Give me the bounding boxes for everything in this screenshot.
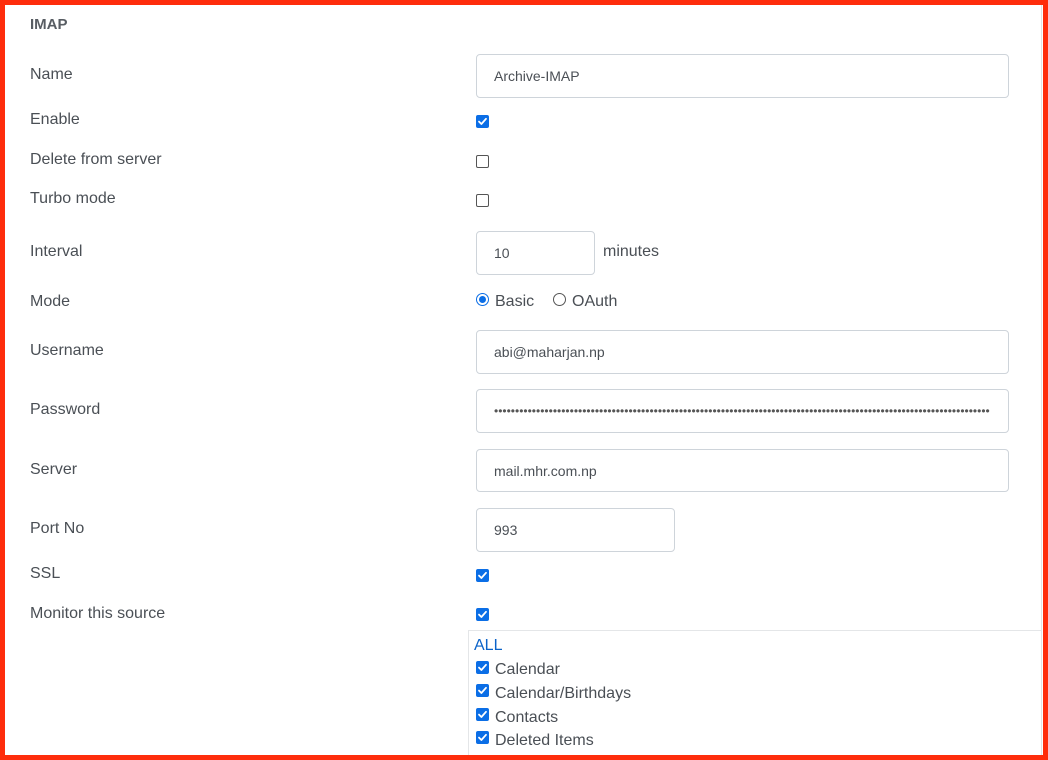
- folder-checkbox-calendar-birthdays[interactable]: [476, 684, 489, 697]
- folder-checkbox-calendar[interactable]: [476, 661, 489, 674]
- delete-from-server-label: Delete from server: [30, 151, 162, 168]
- mode-label: Mode: [30, 293, 71, 310]
- mode-basic-label: Basic: [495, 293, 535, 310]
- check-icon: [478, 117, 487, 125]
- interval-input[interactable]: 10: [476, 231, 595, 275]
- name-input[interactable]: Archive-IMAP: [476, 54, 1009, 98]
- check-icon: [478, 610, 487, 618]
- turbo-mode-checkbox[interactable]: [476, 194, 489, 207]
- check-icon: [478, 571, 487, 579]
- folder-checkbox-deleted-items[interactable]: [476, 731, 489, 744]
- server-input[interactable]: mail.mhr.com.np: [476, 449, 1009, 492]
- interval-unit: minutes: [603, 243, 660, 260]
- password-input-value: ••••••••••••••••••••••••••••••••••••••••…: [494, 404, 990, 418]
- check-icon: [478, 710, 487, 718]
- server-input-value: mail.mhr.com.np: [494, 462, 597, 479]
- folder-label: Deleted Items: [495, 732, 594, 749]
- check-icon: [478, 663, 487, 671]
- delete-from-server-checkbox[interactable]: [476, 155, 489, 168]
- folder-label: Calendar/Birthdays: [495, 685, 632, 702]
- section-title: IMAP: [30, 16, 68, 33]
- monitor-checkbox[interactable]: [476, 608, 489, 621]
- ssl-checkbox[interactable]: [476, 569, 489, 582]
- enable-label: Enable: [30, 111, 80, 128]
- port-label: Port No: [30, 520, 85, 537]
- monitor-label: Monitor this source: [30, 605, 166, 622]
- folder-label: Calendar: [495, 661, 560, 678]
- mode-basic-radio[interactable]: [476, 293, 489, 306]
- interval-label: Interval: [30, 243, 83, 260]
- name-input-value: Archive-IMAP: [494, 68, 580, 84]
- username-label: Username: [30, 342, 104, 359]
- ssl-label: SSL: [30, 565, 61, 582]
- mode-oauth-label: OAuth: [572, 293, 618, 310]
- interval-input-value: 10: [494, 245, 510, 261]
- mode-oauth-radio[interactable]: [553, 293, 566, 306]
- password-input[interactable]: ••••••••••••••••••••••••••••••••••••••••…: [476, 389, 1009, 433]
- name-label: Name: [30, 66, 73, 83]
- folder-label: Contacts: [495, 709, 559, 726]
- username-input[interactable]: abi@maharjan.np: [476, 330, 1009, 374]
- select-all-folders-link[interactable]: ALL: [474, 637, 502, 655]
- check-icon: [478, 686, 487, 694]
- server-label: Server: [30, 461, 78, 478]
- turbo-mode-label: Turbo mode: [30, 190, 116, 207]
- check-icon: [478, 733, 487, 741]
- port-input-value: 993: [494, 522, 518, 538]
- password-label: Password: [30, 401, 101, 418]
- folder-checkbox-contacts[interactable]: [476, 708, 489, 721]
- enable-checkbox[interactable]: [476, 115, 489, 128]
- username-input-value: abi@maharjan.np: [494, 344, 605, 360]
- port-input[interactable]: 993: [476, 508, 675, 552]
